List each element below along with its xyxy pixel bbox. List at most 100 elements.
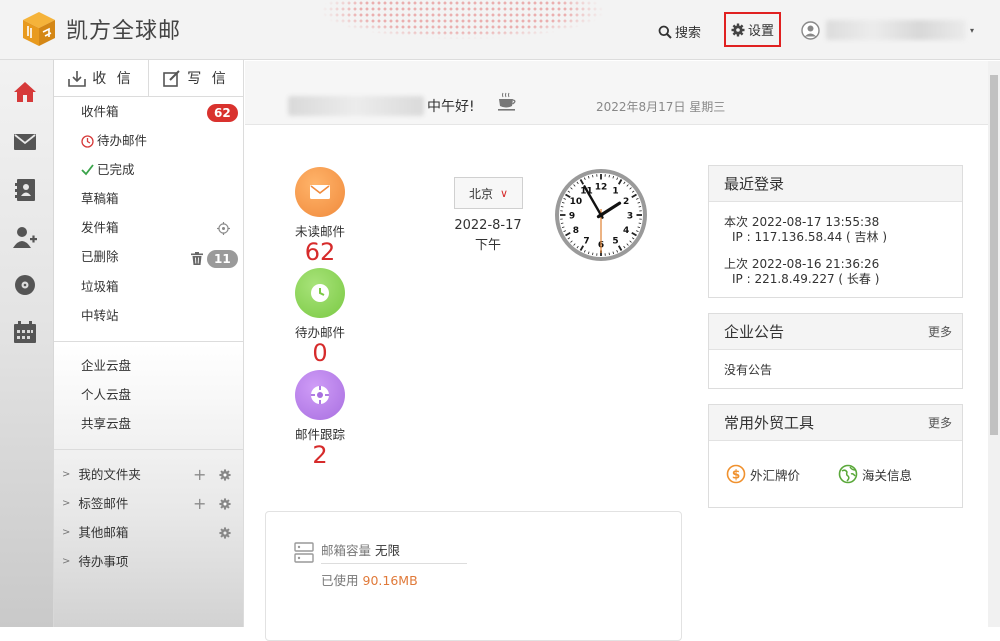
login-current-ip: IP : 117.136.58.44 ( 吉林 ) — [724, 230, 947, 245]
logo[interactable]: 凯方全球邮 — [20, 10, 181, 48]
search-button[interactable]: 搜索 — [658, 22, 701, 41]
storage-title: 邮箱容量 — [321, 543, 371, 558]
logo-cube-icon — [20, 10, 58, 48]
disk-nav-button[interactable] — [12, 272, 38, 298]
mail-nav-button[interactable] — [12, 129, 38, 155]
folder-done-label: 已完成 — [97, 160, 135, 180]
folder-junk[interactable]: 垃圾箱 — [81, 277, 119, 297]
contacts-icon — [15, 179, 35, 201]
tracking-mail-circle[interactable] — [295, 370, 345, 420]
clock-tick — [639, 206, 641, 207]
login-previous-ip: IP : 221.8.49.227 ( 长春 ) — [724, 272, 947, 287]
login-current-time: 本次 2022-08-17 13:55:38 — [724, 215, 947, 230]
recent-login-header: 最近登录 — [709, 166, 962, 202]
envelope-icon — [310, 185, 330, 199]
scrollbar-thumb[interactable] — [990, 75, 998, 435]
folder-sidebar: 收 信 写 信 收件箱 62 待办邮件 已完成 草稿箱 发件箱 — [54, 60, 244, 627]
folder-done[interactable]: 已完成 — [81, 160, 135, 180]
clock-date: 2022-8-17 — [448, 216, 528, 236]
chevron-right-icon: > — [62, 552, 70, 572]
fx-rate-link[interactable]: $ 外汇牌价 — [726, 464, 800, 484]
folder-inbox[interactable]: 收件箱 — [81, 102, 119, 122]
shared-disk-link[interactable]: 共享云盘 — [81, 414, 131, 434]
add-user-icon — [13, 226, 37, 248]
contacts-nav-button[interactable] — [12, 177, 38, 203]
clock-number: 9 — [569, 212, 575, 222]
gear-icon[interactable] — [219, 498, 231, 510]
storage-used-value: 90.16MB — [363, 573, 418, 588]
clock-number: 1 — [612, 186, 618, 196]
icon-nav-bar — [0, 60, 54, 627]
shared-disk-label: 共享云盘 — [81, 414, 131, 434]
city-select[interactable]: 北京 ∨ — [454, 177, 523, 209]
enterprise-disk-link[interactable]: 企业云盘 — [81, 356, 131, 376]
clock-tick — [609, 175, 610, 177]
clock-number: 5 — [612, 237, 618, 247]
search-label: 搜索 — [675, 22, 701, 41]
tracking-mail-stat[interactable]: 邮件跟踪 2 — [280, 370, 360, 467]
write-mail-button[interactable]: 写 信 — [149, 60, 243, 96]
customs-info-link[interactable]: 海关信息 — [838, 464, 912, 484]
trade-tools-header: 常用外贸工具 更多 — [709, 405, 962, 441]
user-menu[interactable]: ▾ — [801, 20, 974, 40]
add-folder-icon[interactable]: + — [193, 467, 206, 483]
gear-icon — [731, 23, 745, 37]
tree-other-mailbox[interactable]: > 其他邮箱 — [62, 523, 128, 543]
trash-icon[interactable] — [191, 252, 203, 265]
page-scrollbar[interactable] — [988, 61, 1000, 627]
target-icon[interactable] — [217, 222, 230, 235]
clock-number: 2 — [623, 197, 629, 207]
gear-icon[interactable] — [219, 469, 231, 481]
tree-todo-items-label: 待办事项 — [78, 552, 128, 572]
chevron-right-icon: > — [62, 465, 70, 485]
gear-icon[interactable] — [219, 527, 231, 539]
folder-drafts[interactable]: 草稿箱 — [81, 189, 119, 209]
tree-tag-mail[interactable]: > 标签邮件 — [62, 494, 128, 514]
recent-login-panel: 最近登录 本次 2022-08-17 13:55:38 IP : 117.136… — [708, 165, 963, 298]
tree-todo-items[interactable]: > 待办事项 — [62, 552, 128, 572]
announcement-more-link[interactable]: 更多 — [928, 323, 952, 340]
unread-mail-circle[interactable] — [295, 167, 345, 217]
divider — [54, 449, 244, 450]
caret-down-icon: ▾ — [970, 26, 974, 35]
folder-relay[interactable]: 中转站 — [81, 306, 119, 326]
inbox-unread-badge: 62 — [207, 104, 238, 122]
settings-button[interactable]: 设置 — [724, 12, 781, 47]
trade-tools-more-link[interactable]: 更多 — [928, 414, 952, 431]
tracking-mail-count[interactable]: 2 — [280, 443, 360, 467]
personal-disk-label: 个人云盘 — [81, 385, 131, 405]
announcement-header: 企业公告 更多 — [709, 314, 962, 350]
todo-mail-stat[interactable]: 待办邮件 0 — [280, 268, 360, 365]
divider — [54, 341, 244, 342]
personal-disk-link[interactable]: 个人云盘 — [81, 385, 131, 405]
checkmark-icon — [81, 164, 94, 176]
todo-mail-count[interactable]: 0 — [280, 341, 360, 365]
folder-todo[interactable]: 待办邮件 — [81, 131, 147, 151]
search-icon — [658, 25, 672, 39]
folder-sent[interactable]: 发件箱 — [81, 218, 119, 238]
tree-tag-mail-label: 标签邮件 — [78, 494, 128, 514]
calendar-nav-button[interactable] — [12, 319, 38, 345]
deleted-count-badge: 11 — [207, 250, 238, 268]
add-tag-icon[interactable]: + — [193, 496, 206, 512]
unread-mail-stat[interactable]: 未读邮件 62 — [280, 167, 360, 264]
tree-my-folders[interactable]: > 我的文件夹 — [62, 465, 141, 485]
clock-tick — [592, 253, 593, 255]
top-header: 凯方全球邮 搜索 设置 ▾ — [0, 0, 1000, 60]
home-nav-button[interactable] — [12, 79, 38, 105]
receive-mail-button[interactable]: 收 信 — [54, 60, 149, 96]
recent-login-title: 最近登录 — [724, 173, 784, 194]
unread-mail-count[interactable]: 62 — [280, 240, 360, 264]
clock-icon — [310, 283, 330, 303]
clock-number: 12 — [595, 183, 608, 193]
city-select-value: 北京 — [469, 185, 493, 202]
add-contact-nav-button[interactable] — [12, 224, 38, 250]
clock-icon — [81, 135, 94, 148]
enterprise-disk-label: 企业云盘 — [81, 356, 131, 376]
folder-deleted[interactable]: 已删除 — [81, 247, 119, 267]
clock-number: 8 — [573, 226, 579, 236]
user-name-redacted — [288, 96, 424, 116]
todo-mail-circle[interactable] — [295, 268, 345, 318]
avatar-icon — [801, 21, 820, 40]
logo-text: 凯方全球邮 — [66, 13, 181, 45]
